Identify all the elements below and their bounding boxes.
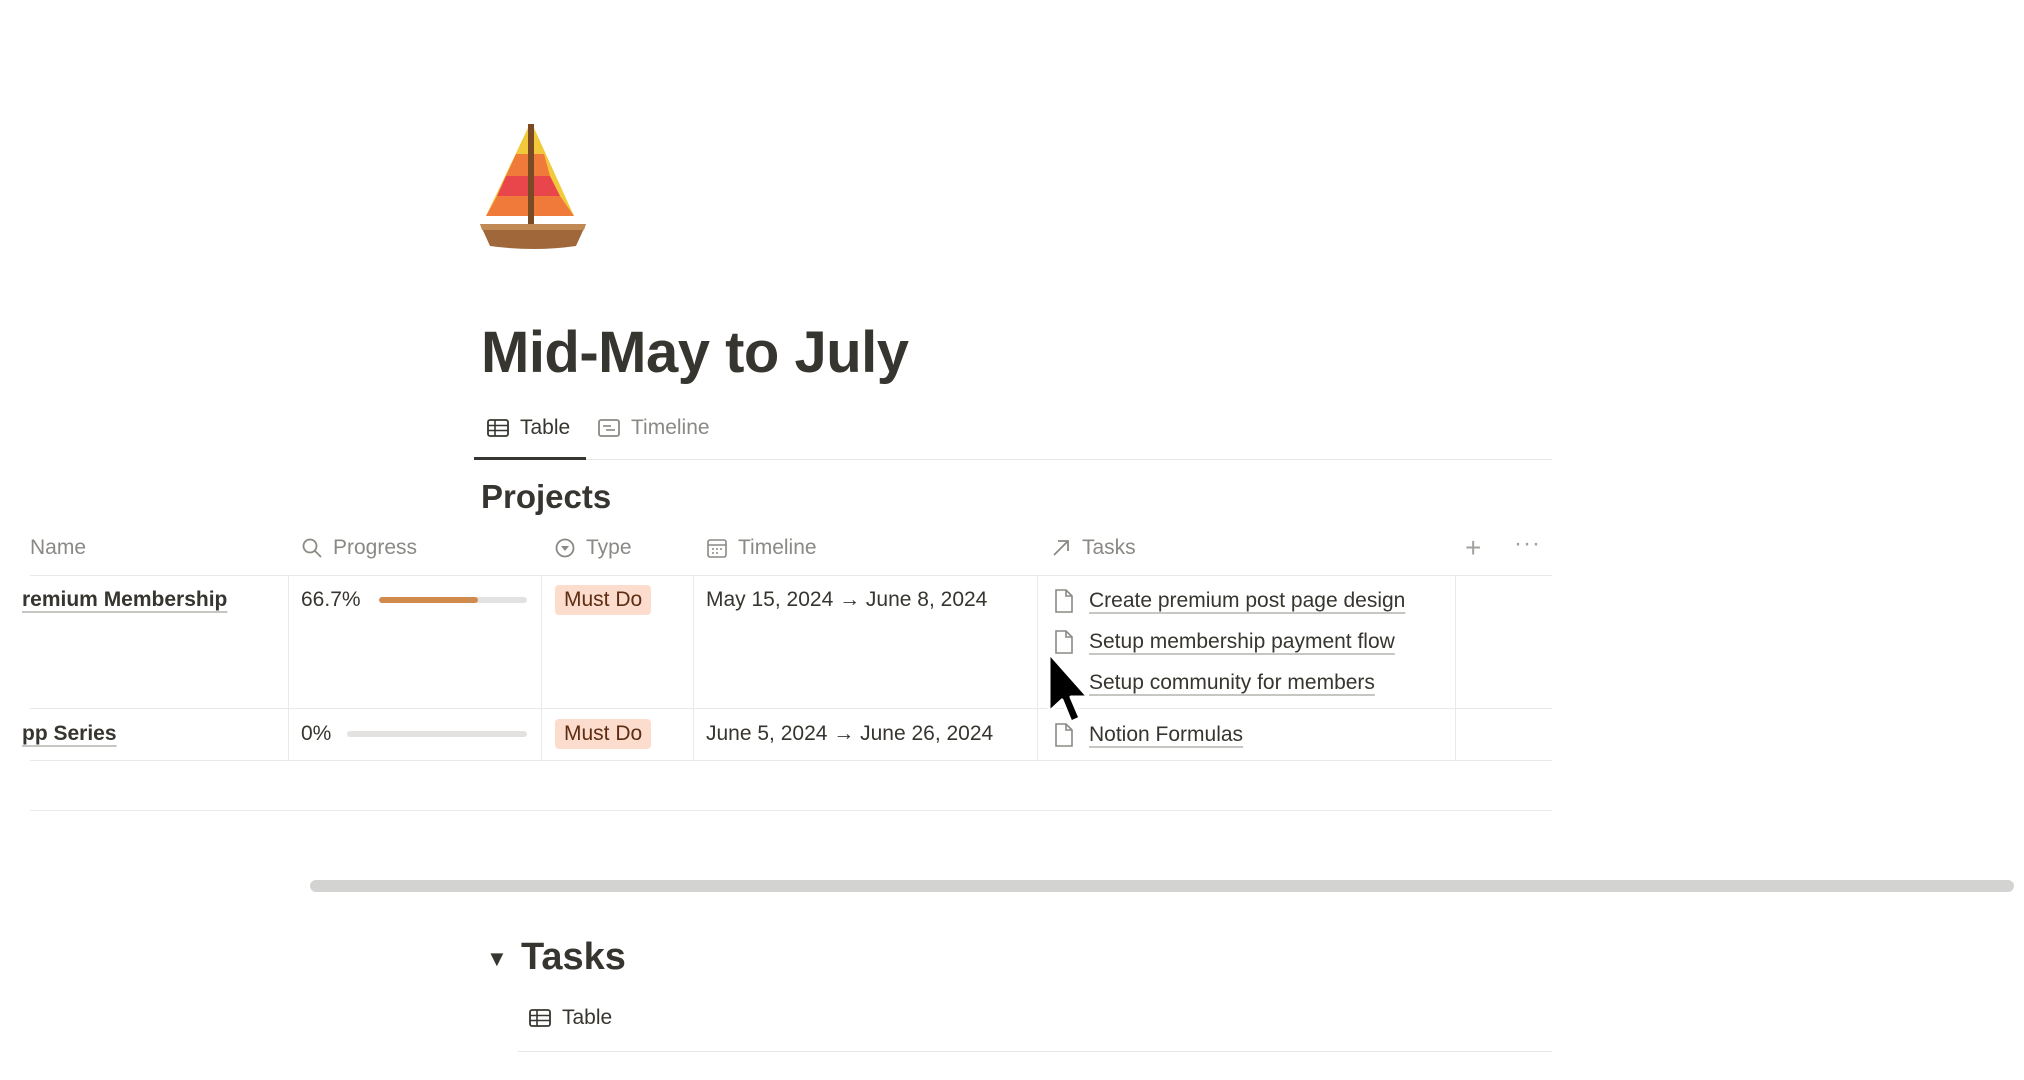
task-link[interactable]: Setup membership payment flow — [1053, 629, 1395, 655]
column-header-tasks[interactable]: Tasks — [1050, 528, 1136, 568]
search-icon — [302, 538, 322, 558]
column-divider — [1455, 576, 1456, 760]
timeline-icon — [598, 419, 620, 437]
row-divider — [30, 760, 1552, 761]
table-icon — [487, 419, 509, 437]
column-header-timeline[interactable]: Timeline — [706, 528, 817, 568]
row-name[interactable]: pp Series — [22, 722, 117, 746]
tasks-tab-table[interactable]: Table — [528, 1006, 612, 1030]
type-tag[interactable]: Must Do — [555, 585, 652, 615]
tab-timeline-label: Timeline — [631, 416, 710, 439]
tabs-divider — [474, 459, 1552, 460]
progress-value: 0% — [301, 722, 332, 745]
progress-bar — [347, 731, 527, 737]
progress-bar-fill — [379, 597, 478, 603]
timeline-range: June 5, 2024 → June 26, 2024 — [706, 722, 994, 745]
table-bottom-divider — [30, 810, 1552, 811]
row-name[interactable]: remium Membership — [22, 588, 227, 612]
table-icon — [529, 1009, 551, 1027]
header-divider — [30, 575, 1552, 576]
calendar-icon — [707, 539, 727, 558]
tab-table-label: Table — [520, 416, 571, 439]
add-column-button[interactable]: + — [1465, 534, 1481, 562]
column-header-type[interactable]: Type — [554, 528, 632, 568]
progress-bar — [379, 597, 527, 603]
horizontal-scrollbar[interactable] — [310, 880, 2014, 892]
toggle-triangle-icon[interactable]: ▼ — [486, 946, 508, 972]
active-tab-indicator — [474, 457, 586, 460]
select-icon — [555, 538, 575, 558]
progress-value: 66.7% — [301, 588, 361, 611]
database-title[interactable]: Projects — [481, 478, 611, 516]
tasks-tab-label: Table — [562, 1006, 613, 1029]
tasks-tabs-divider — [518, 1051, 1552, 1052]
column-divider — [1037, 576, 1038, 760]
task-link[interactable]: Setup community for members — [1053, 670, 1375, 696]
column-divider — [693, 576, 694, 760]
tab-timeline[interactable]: Timeline — [597, 416, 710, 440]
relation-arrow-icon — [1053, 540, 1069, 556]
page-title[interactable]: Mid-May to July — [481, 318, 909, 388]
more-options-button[interactable]: ··· — [1514, 530, 1541, 558]
column-divider — [288, 576, 289, 760]
mouse-cursor-icon — [1047, 651, 1090, 724]
column-header-progress[interactable]: Progress — [301, 528, 417, 568]
column-divider — [541, 576, 542, 760]
timeline-range: May 15, 2024 → June 8, 2024 — [706, 588, 988, 611]
column-header-name[interactable]: Name — [30, 528, 86, 568]
tab-table[interactable]: Table — [486, 416, 570, 440]
type-tag[interactable]: Must Do — [555, 719, 652, 749]
row-divider — [30, 708, 1552, 709]
task-link[interactable]: Create premium post page design — [1053, 588, 1405, 614]
tasks-heading[interactable]: Tasks — [521, 936, 626, 979]
page-icon — [1055, 589, 1073, 613]
sailboat-icon[interactable] — [478, 124, 590, 250]
